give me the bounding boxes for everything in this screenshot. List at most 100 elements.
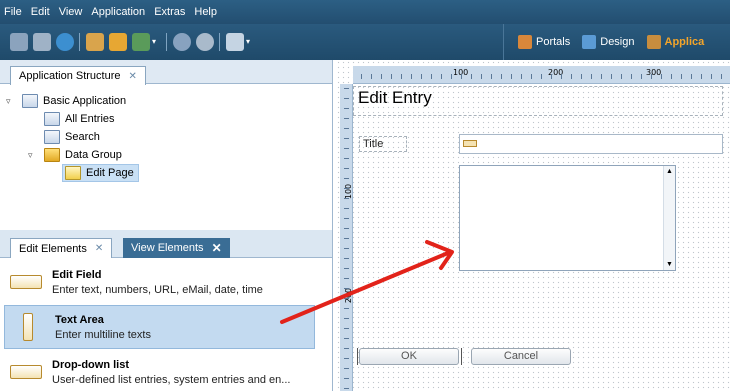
- ruler-tick: [551, 74, 552, 79]
- window-icon[interactable]: [226, 33, 244, 51]
- deploy-icon[interactable]: [132, 33, 150, 51]
- ruler-tick: [661, 74, 662, 79]
- palette-item-drop-down-list[interactable]: Drop-down list User-defined list entries…: [4, 350, 315, 391]
- ruler-tick: [344, 218, 349, 219]
- ruler-tick: [501, 74, 502, 79]
- tools-icon[interactable]: [86, 33, 104, 51]
- database-edit-icon[interactable]: [33, 33, 51, 51]
- tree-item-edit-page[interactable]: Edit Page: [62, 164, 139, 182]
- ruler-tick: [344, 388, 349, 389]
- close-icon[interactable]: ✕: [129, 71, 137, 82]
- palette-item-description: Enter text, numbers, URL, eMail, date, t…: [52, 283, 263, 296]
- ruler-tick: [651, 74, 652, 79]
- database-icon[interactable]: [10, 33, 28, 51]
- ruler-tick: [481, 74, 482, 79]
- tab-label: View Elements: [131, 242, 204, 254]
- perspective-portals[interactable]: Portals: [518, 35, 570, 49]
- selection-marker: [461, 348, 462, 365]
- palette-item-text-area[interactable]: Text Area Enter multiline texts: [4, 305, 315, 349]
- collapse-icon[interactable]: ▿: [6, 96, 16, 107]
- vertical-ruler: 100 200: [340, 84, 353, 391]
- palette-item-description: Enter multiline texts: [55, 328, 151, 341]
- horizontal-ruler: 100 200 300: [353, 66, 730, 84]
- ruler-tick: [344, 318, 349, 319]
- textarea-scrollbar[interactable]: ▲ ▼: [663, 166, 675, 270]
- edit-page-icon: [65, 166, 81, 180]
- title-field-label[interactable]: Title: [359, 136, 407, 152]
- close-icon[interactable]: ✕: [212, 241, 222, 255]
- menu-edit[interactable]: Edit: [31, 6, 50, 18]
- collapse-icon[interactable]: ▿: [28, 150, 38, 161]
- menu-file[interactable]: File: [4, 6, 22, 18]
- ruler-tick: [381, 74, 382, 79]
- tree-item-all-entries[interactable]: All Entries: [44, 110, 115, 128]
- ruler-tick: [344, 178, 349, 179]
- ruler-tick: [681, 74, 682, 79]
- tab-edit-elements[interactable]: Edit Elements ✕: [10, 238, 113, 258]
- ruler-tick: [344, 348, 349, 349]
- save-icon[interactable]: [109, 33, 127, 51]
- selection-marker: [357, 348, 358, 365]
- tree-item-basic-application[interactable]: ▿ Basic Application: [6, 92, 126, 110]
- ruler-tick: [344, 338, 349, 339]
- ruler-tick: [344, 208, 349, 209]
- tree-item-label: Edit Page: [86, 167, 134, 179]
- scroll-down-icon[interactable]: ▼: [666, 261, 673, 268]
- ruler-tick: [511, 74, 512, 79]
- perspective-application[interactable]: Applica: [646, 35, 705, 49]
- title-edit-field[interactable]: [459, 134, 723, 154]
- ruler-tick: [344, 278, 349, 279]
- cancel-button[interactable]: Cancel: [471, 348, 571, 365]
- ruler-tick: [451, 74, 452, 79]
- tab-view-elements[interactable]: View Elements ✕: [123, 238, 230, 258]
- palette-item-edit-field[interactable]: Edit Field Enter text, numbers, URL, eMa…: [4, 260, 315, 304]
- dropdown-arrow-icon[interactable]: ▾: [152, 33, 158, 51]
- ruler-label: 100: [344, 183, 354, 200]
- toolbar-separator: [219, 33, 220, 51]
- scroll-up-icon[interactable]: ▲: [666, 168, 673, 175]
- menu-view[interactable]: View: [59, 6, 83, 18]
- form-title-label[interactable]: Edit Entry: [353, 86, 723, 116]
- ruler-tick: [391, 74, 392, 79]
- menu-bar: File Edit View Application Extras Help: [0, 0, 730, 24]
- ruler-tick: [344, 168, 349, 169]
- text-area-field[interactable]: ▲ ▼: [459, 165, 676, 271]
- toolbar: ▾ ▾ Portals Design Applica: [0, 24, 730, 60]
- folder-icon: [44, 148, 60, 162]
- ruler-tick: [491, 74, 492, 79]
- ruler-tick: [344, 98, 349, 99]
- tree-item-label: Search: [65, 131, 100, 143]
- tree-item-data-group[interactable]: ▿ Data Group: [28, 146, 122, 164]
- menu-help[interactable]: Help: [194, 6, 217, 18]
- forward-icon[interactable]: [196, 33, 214, 51]
- ruler-tick: [691, 74, 692, 79]
- ruler-tick: [344, 238, 349, 239]
- ruler-tick: [591, 74, 592, 79]
- globe-icon[interactable]: [56, 33, 74, 51]
- palette-item-description: User-defined list entries, system entrie…: [52, 373, 291, 386]
- application-structure-panel: Application Structure ✕ ▿ Basic Applicat…: [0, 60, 333, 230]
- ruler-tick: [344, 368, 349, 369]
- close-icon[interactable]: ✕: [95, 243, 103, 254]
- application-icon: [22, 94, 38, 108]
- ok-button[interactable]: OK: [359, 348, 459, 365]
- ruler-tick: [611, 74, 612, 79]
- perspective-design[interactable]: Design: [582, 35, 635, 49]
- tree-item-search[interactable]: Search: [44, 128, 100, 146]
- ruler-tick: [571, 74, 572, 79]
- ruler-label: 300: [646, 68, 662, 77]
- menu-extras[interactable]: Extras: [154, 6, 185, 18]
- ruler-tick: [344, 88, 349, 89]
- ruler-label: 200: [344, 287, 354, 304]
- ruler-tick: [721, 74, 722, 79]
- dropdown-arrow-icon[interactable]: ▾: [246, 33, 252, 51]
- ruler-tick: [431, 74, 432, 79]
- tab-application-structure[interactable]: Application Structure ✕: [10, 66, 146, 85]
- toolbar-separator: [79, 33, 80, 51]
- edit-field-icon: [10, 275, 42, 289]
- palette-item-title: Text Area: [55, 313, 104, 326]
- perspective-label: Applica: [664, 36, 705, 48]
- ruler-tick: [461, 74, 462, 79]
- menu-application[interactable]: Application: [91, 6, 145, 18]
- back-icon[interactable]: [173, 33, 191, 51]
